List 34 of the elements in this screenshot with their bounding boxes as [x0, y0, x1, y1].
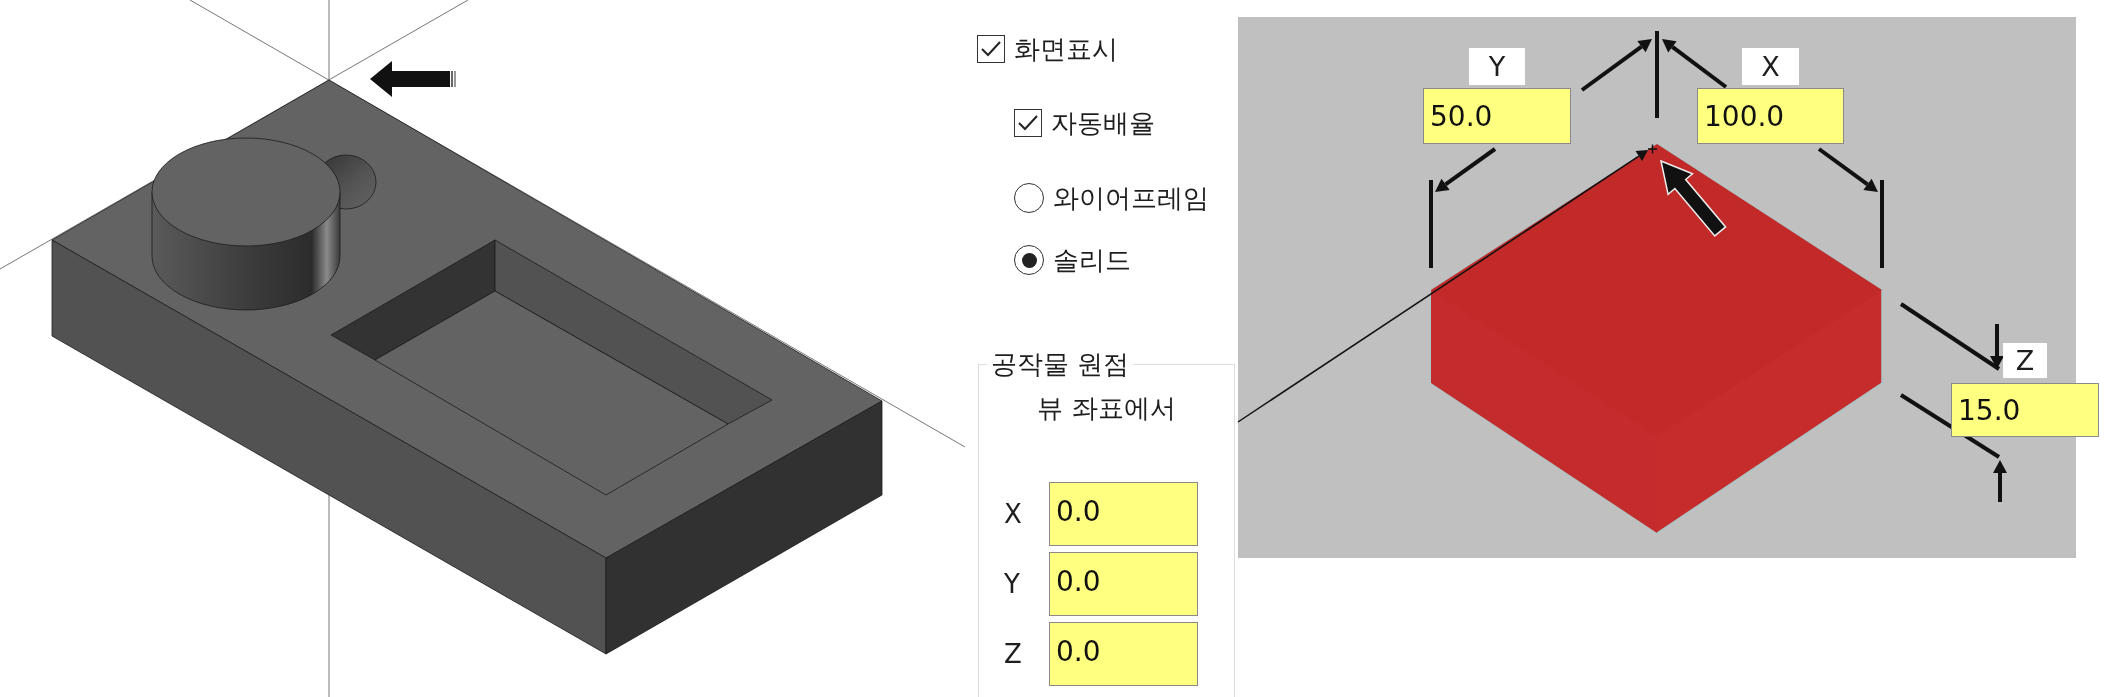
axis-label: Z: [2003, 343, 2047, 378]
radio-label[interactable]: 와이어프레임: [1053, 183, 1209, 213]
checkbox-label[interactable]: 화면표시: [1014, 34, 1118, 64]
field-label: Z: [1003, 639, 1023, 669]
crosshair-icon: [1647, 143, 1658, 155]
dimension-field[interactable]: 15.0: [1951, 383, 2099, 437]
dimension-arrow: [1580, 39, 1652, 92]
dimension-arrow: [1817, 147, 1878, 192]
group-subtitle: 뷰 좌표에서: [1036, 393, 1177, 423]
coordinate-field[interactable]: 0.0: [1049, 622, 1198, 686]
arrow-icon: [1659, 159, 1727, 237]
radio-label[interactable]: 솔리드: [1053, 245, 1131, 275]
axis-label: X: [1742, 48, 1799, 85]
radio-button[interactable]: [1014, 183, 1044, 213]
checkbox-label[interactable]: 자동배율: [1051, 108, 1155, 138]
radio-dot-icon: [1021, 252, 1037, 268]
radio-button[interactable]: [1014, 245, 1044, 275]
coordinate-field[interactable]: 0.0: [1049, 552, 1198, 616]
dimension-field[interactable]: 100.0: [1697, 88, 1844, 144]
field-label: Y: [1003, 569, 1021, 599]
dimension-arrow: [1662, 39, 1728, 89]
checkmark-icon: [980, 40, 1002, 58]
coordinate-field[interactable]: 0.0: [1049, 482, 1198, 546]
group-title: 공작물 원점: [990, 349, 1131, 379]
axis-label: Y: [1469, 48, 1525, 85]
dimension-arrow: [1435, 147, 1497, 192]
checkbox[interactable]: [1014, 109, 1042, 137]
checkmark-icon: [1017, 114, 1039, 132]
dimension-field[interactable]: 50.0: [1423, 88, 1571, 144]
field-label: X: [1003, 499, 1023, 529]
dimension-arrow: [1993, 460, 2007, 502]
checkbox[interactable]: [977, 35, 1005, 63]
arrow-icon: [370, 61, 456, 97]
dimension-arrow: [1990, 324, 2004, 369]
